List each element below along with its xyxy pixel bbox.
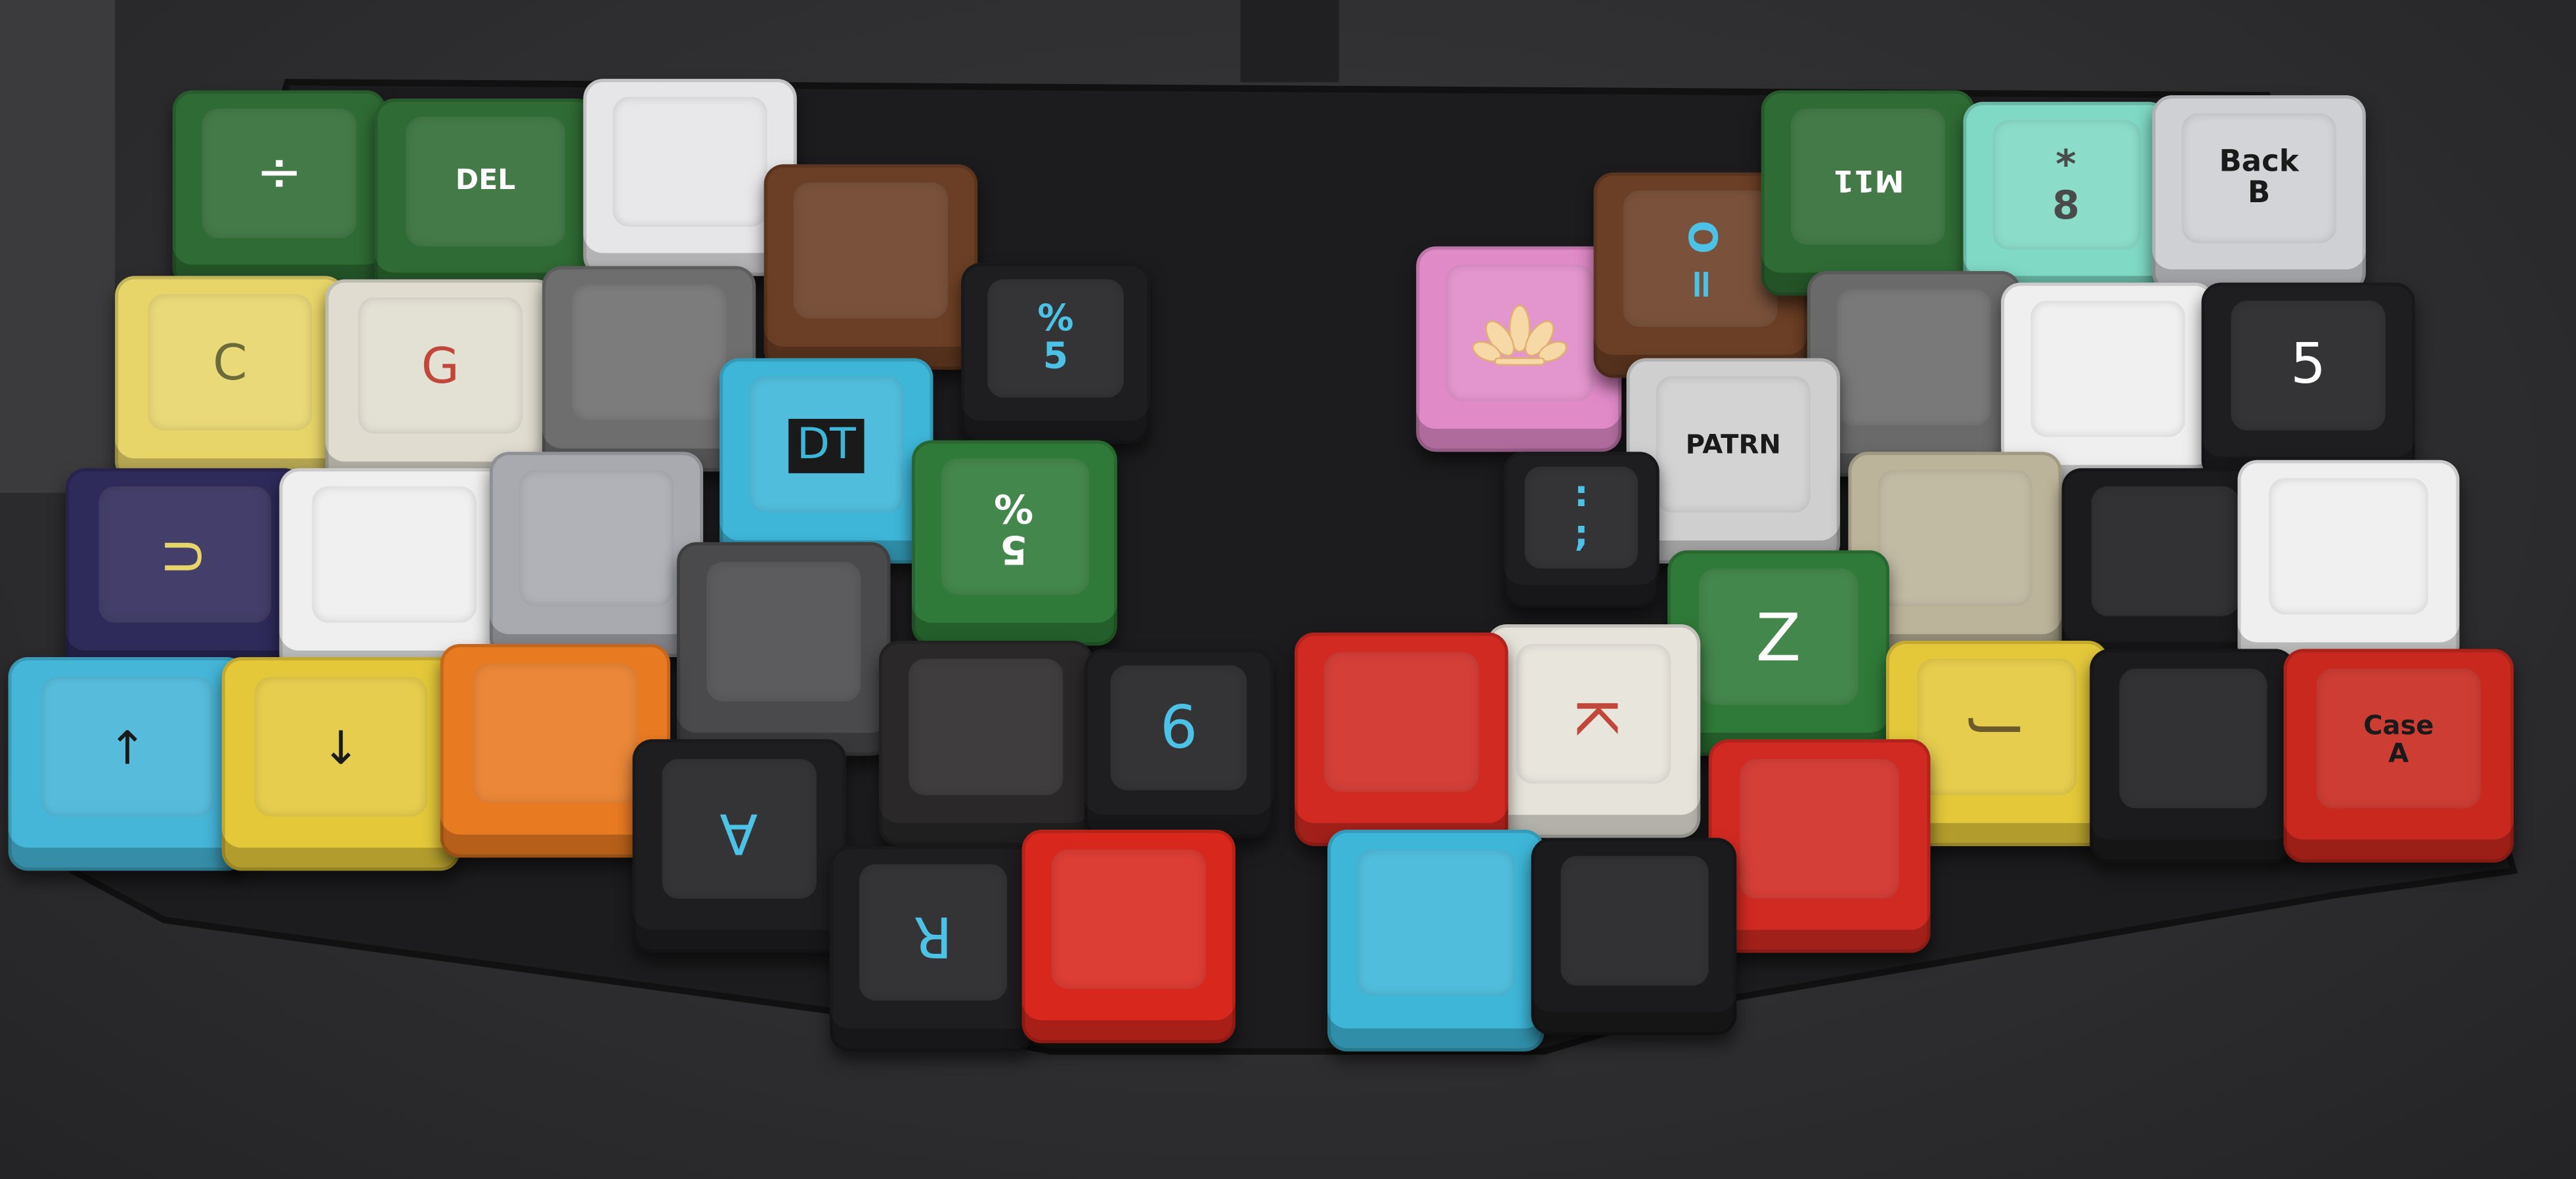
left-key-blank[interactable] xyxy=(279,468,509,674)
left-key-r[interactable]: R xyxy=(829,846,1035,1052)
left-key-blank[interactable] xyxy=(878,641,1093,846)
keycap-top-surface xyxy=(2268,478,2429,614)
key-legend: Back B xyxy=(2219,144,2299,211)
keycap-top-surface xyxy=(2090,486,2239,616)
left-key-blank[interactable] xyxy=(763,164,978,370)
left-key-[interactable]: ↑ xyxy=(8,657,247,871)
right-key-backb[interactable]: Back B xyxy=(2152,95,2366,293)
left-key-blank[interactable] xyxy=(489,452,704,658)
right-key-blank[interactable] xyxy=(1295,632,1509,846)
right-key-blank[interactable] xyxy=(1531,838,1737,1035)
right-key-[interactable]: : ; xyxy=(1503,452,1660,608)
keycap-top-surface xyxy=(472,663,638,804)
key-legend: G xyxy=(421,337,460,396)
key-legend: 5 % xyxy=(995,485,1035,573)
keycap-top-surface xyxy=(311,486,477,622)
key-legend: R xyxy=(912,902,952,968)
keycap-top-surface xyxy=(1878,470,2032,606)
left-key-5[interactable]: % 5 xyxy=(961,263,1150,444)
right-key-blank[interactable] xyxy=(2061,468,2267,666)
left-key-dt[interactable]: DT xyxy=(719,358,934,564)
key-legend: : ; xyxy=(1574,475,1589,555)
key-legend: 6 xyxy=(1159,694,1198,762)
right-key-casea[interactable]: Case A xyxy=(2283,649,2514,863)
key-legend: K xyxy=(1562,698,1628,735)
key-legend: ↑ xyxy=(108,721,147,776)
key-legend: % 5 xyxy=(1037,299,1074,378)
right-key-m11[interactable]: M11 xyxy=(1761,90,1975,296)
key-legend: DT xyxy=(788,418,865,474)
left-key-[interactable]: ÷ xyxy=(172,90,387,288)
lotus-flower-icon xyxy=(1471,303,1567,365)
key-legend: A xyxy=(720,800,759,866)
keycap-top-surface xyxy=(1837,289,1991,425)
left-key-blank[interactable] xyxy=(1021,829,1235,1044)
left-key-5[interactable]: 5 % xyxy=(911,440,1117,646)
key-legend: O = xyxy=(1678,220,1725,301)
key-legend: * 8 xyxy=(2052,140,2080,228)
right-key-z[interactable]: Z xyxy=(1667,550,1889,756)
right-key-blank[interactable] xyxy=(1327,829,1545,1052)
keycap-top-surface xyxy=(612,96,767,227)
keycap-top-surface xyxy=(1560,855,1708,986)
key-legend: C xyxy=(213,334,247,393)
left-key-c[interactable]: C xyxy=(115,276,345,482)
left-key-a[interactable]: A xyxy=(632,739,846,953)
keycap-top-surface xyxy=(2030,301,2185,437)
keycap-top-surface xyxy=(1052,849,1206,990)
left-key-blank[interactable] xyxy=(677,542,891,756)
right-key-blank[interactable] xyxy=(1708,739,1931,953)
left-key-[interactable]: ↓ xyxy=(221,657,460,871)
key-legend: Case A xyxy=(2363,710,2434,769)
keycap-top-surface xyxy=(909,659,1063,795)
key-legend: 5 xyxy=(2290,332,2327,398)
left-key-6[interactable]: 6 xyxy=(1084,649,1274,838)
keycap-top-surface xyxy=(1324,651,1478,793)
key-legend: ↓ xyxy=(321,721,360,776)
left-key-u[interactable]: U xyxy=(66,468,304,674)
key-legend: J xyxy=(1965,720,2032,737)
key-legend: PATRN xyxy=(1685,429,1781,460)
right-key-8[interactable]: * 8 xyxy=(1963,102,2169,299)
key-legend: Z xyxy=(1755,600,1801,676)
keycap-top-surface xyxy=(572,284,726,421)
keycap-top-surface xyxy=(1358,849,1514,997)
keycap-top-surface xyxy=(1739,758,1900,900)
keycap-top-surface xyxy=(706,561,861,702)
right-key-blank[interactable] xyxy=(2237,460,2460,666)
keycap-top-surface xyxy=(794,182,948,318)
key-legend: M11 xyxy=(1832,162,1904,198)
right-key-k[interactable]: K xyxy=(1486,624,1701,838)
right-key-blank[interactable] xyxy=(2090,649,2296,863)
key-legend: U xyxy=(156,538,213,574)
key-legend: ÷ xyxy=(255,140,303,206)
right-key-blank[interactable] xyxy=(1416,246,1622,452)
right-key-5[interactable]: 5 xyxy=(2201,282,2415,480)
photo-stage: ÷ DEL % 5 C G DT 5 % U ↑ ↓ 6 A R O = M11 * 8 Back B 5 PAT… xyxy=(0,0,2576,1179)
keycap-top-surface xyxy=(2118,668,2267,809)
keycap-top-surface xyxy=(519,470,674,606)
key-legend: DEL xyxy=(455,164,516,198)
